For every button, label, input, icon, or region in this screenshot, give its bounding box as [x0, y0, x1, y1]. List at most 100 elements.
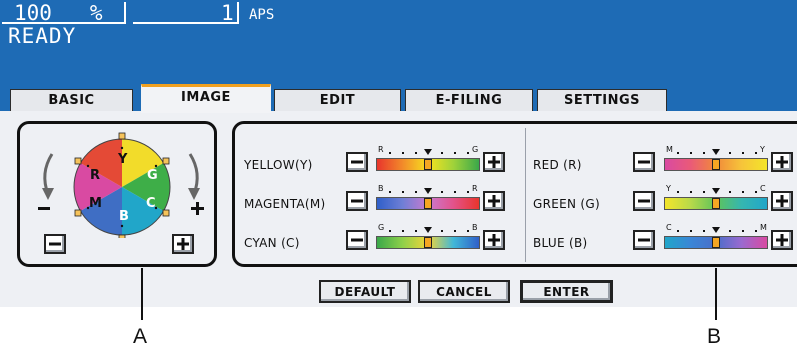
- scale-tick: [729, 152, 731, 154]
- slider-label-green: GREEN (G): [533, 197, 600, 211]
- slider-knob[interactable]: [424, 237, 432, 248]
- scale-tick: [677, 230, 679, 232]
- slider-knob[interactable]: [424, 159, 432, 170]
- decrease-yellow-button[interactable]: [346, 152, 368, 172]
- decrease-blue-button[interactable]: [633, 230, 655, 250]
- scale-tick: [415, 152, 417, 154]
- scale-tick: [742, 191, 744, 193]
- slider-label-magenta: MAGENTA(M): [244, 197, 326, 211]
- minus-icon: [49, 242, 61, 246]
- scale-tick: [677, 191, 679, 193]
- tab-e-filing[interactable]: E-FILING: [405, 89, 533, 111]
- scale-right-letter: Y: [760, 145, 765, 154]
- center-marker-icon: [712, 227, 720, 233]
- color-slider-track[interactable]: [664, 158, 768, 171]
- scale-tick: [467, 191, 469, 193]
- minus-icon: [351, 238, 363, 242]
- color-slider-track[interactable]: [376, 158, 480, 171]
- rotate-plus-button[interactable]: [172, 234, 194, 254]
- scale-tick: [441, 191, 443, 193]
- tab-basic[interactable]: BASIC: [10, 89, 133, 111]
- scale-tick: [415, 191, 417, 193]
- increase-cyan-button[interactable]: [483, 230, 505, 250]
- plus-icon: [177, 238, 189, 250]
- wheel-segment-m: M: [89, 196, 103, 211]
- plus-icon: [488, 156, 500, 168]
- scale-right-letter: C: [760, 184, 766, 193]
- decrease-cyan-button[interactable]: [346, 230, 368, 250]
- scale-tick: [677, 152, 679, 154]
- color-slider-track[interactable]: [376, 197, 480, 210]
- sliders-divider: [525, 128, 526, 262]
- scale-tick: [690, 191, 692, 193]
- machine-status: READY: [8, 24, 77, 48]
- scale-tick: [402, 230, 404, 232]
- scale-tick: [389, 230, 391, 232]
- paper-mode: APS: [249, 7, 275, 23]
- copies-count: 1: [221, 1, 234, 25]
- increase-red-button[interactable]: [771, 152, 793, 172]
- wheel-segment-c: C: [146, 196, 156, 211]
- scale-tick: [415, 230, 417, 232]
- default-button[interactable]: DEFAULT: [319, 280, 411, 303]
- scale-tick: [441, 152, 443, 154]
- rotate-minus-button[interactable]: [44, 234, 66, 254]
- scale-tick: [454, 152, 456, 154]
- callout-a-label: A: [133, 325, 148, 348]
- cancel-button[interactable]: CANCEL: [418, 280, 510, 303]
- tab-edit[interactable]: EDIT: [274, 89, 401, 111]
- scale-tick: [690, 152, 692, 154]
- center-marker-icon: [424, 188, 432, 194]
- increase-yellow-button[interactable]: [483, 152, 505, 172]
- slider-knob[interactable]: [712, 159, 720, 170]
- status-area: 100 % 1 APS READY: [0, 0, 797, 87]
- zoom-readout: 100 %: [14, 3, 103, 24]
- decrease-red-button[interactable]: [633, 152, 655, 172]
- plus-icon: [488, 195, 500, 207]
- scale-right-letter: M: [760, 223, 767, 232]
- callout-b-label: B: [707, 325, 722, 348]
- scale-tick: [703, 191, 705, 193]
- scale-tick: [690, 230, 692, 232]
- increase-green-button[interactable]: [771, 191, 793, 211]
- wheel-segment-y: Y: [118, 152, 128, 167]
- tab-settings[interactable]: SETTINGS: [537, 89, 667, 111]
- scale-left-letter: C: [666, 223, 672, 232]
- plus-icon: [488, 234, 500, 246]
- slider-knob[interactable]: [424, 198, 432, 209]
- scale-tick: [389, 191, 391, 193]
- scale-tick: [755, 152, 757, 154]
- callout-b-line: [715, 268, 717, 320]
- scale-left-letter: R: [378, 145, 384, 154]
- wheel-segment-g: G: [147, 168, 158, 183]
- scale-left-letter: Y: [666, 184, 671, 193]
- minus-icon: [351, 199, 363, 203]
- scale-tick: [402, 152, 404, 154]
- scale-tick: [742, 230, 744, 232]
- slider-knob[interactable]: [712, 237, 720, 248]
- slider-label-red: RED (R): [533, 158, 582, 172]
- scale-tick: [755, 191, 757, 193]
- color-slider-track[interactable]: [664, 197, 768, 210]
- plus-icon: [776, 195, 788, 207]
- increase-magenta-button[interactable]: [483, 191, 505, 211]
- decrease-magenta-button[interactable]: [346, 191, 368, 211]
- enter-button[interactable]: ENTER: [520, 280, 613, 303]
- minus-mark-icon: [38, 207, 50, 210]
- increase-blue-button[interactable]: [771, 230, 793, 250]
- zoom-unit: %: [89, 1, 103, 25]
- center-marker-icon: [424, 149, 432, 155]
- scale-tick: [729, 230, 731, 232]
- decrease-green-button[interactable]: [633, 191, 655, 211]
- scale-tick: [402, 191, 404, 193]
- callout-a-line: [141, 268, 143, 320]
- center-marker-icon: [712, 149, 720, 155]
- tab-image[interactable]: IMAGE: [141, 84, 271, 113]
- wheel-segment-b: B: [119, 209, 130, 224]
- color-slider-track[interactable]: [376, 236, 480, 249]
- color-slider-track[interactable]: [664, 236, 768, 249]
- slider-knob[interactable]: [712, 198, 720, 209]
- scale-left-letter: B: [378, 184, 384, 193]
- wheel-segment-r: R: [90, 168, 101, 183]
- scale-tick: [729, 191, 731, 193]
